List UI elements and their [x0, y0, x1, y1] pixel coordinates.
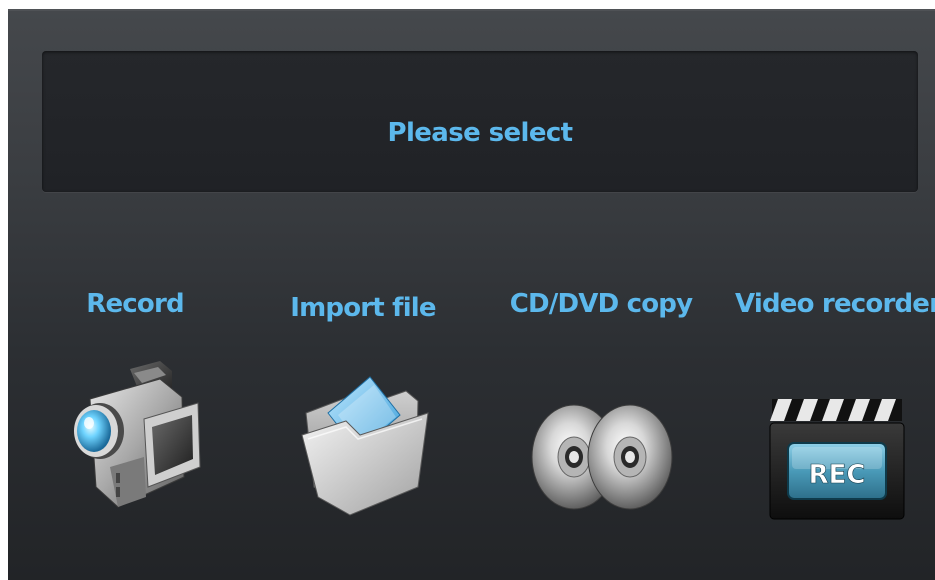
folder-icon	[288, 357, 438, 527]
record-label: Record	[86, 289, 184, 319]
video-camera-icon	[60, 357, 210, 527]
video-recorder-option[interactable]: Video recorder REC	[735, 287, 935, 580]
rec-badge-text: REC	[809, 460, 866, 490]
discs-icon	[526, 357, 676, 527]
import-file-option[interactable]: Import file	[263, 287, 463, 580]
import-file-label: Import file	[290, 293, 436, 323]
instruction-banner: Please select	[42, 51, 918, 192]
video-recorder-label: Video recorder	[735, 289, 935, 319]
record-option[interactable]: Record	[35, 287, 235, 580]
clapperboard-rec-icon: REC	[760, 357, 910, 527]
main-panel: Please select Record Import file CD/DVD …	[8, 9, 935, 580]
banner-title: Please select	[387, 118, 573, 148]
cd-dvd-copy-label: CD/DVD copy	[509, 289, 693, 319]
cd-dvd-copy-option[interactable]: CD/DVD copy	[501, 287, 701, 580]
